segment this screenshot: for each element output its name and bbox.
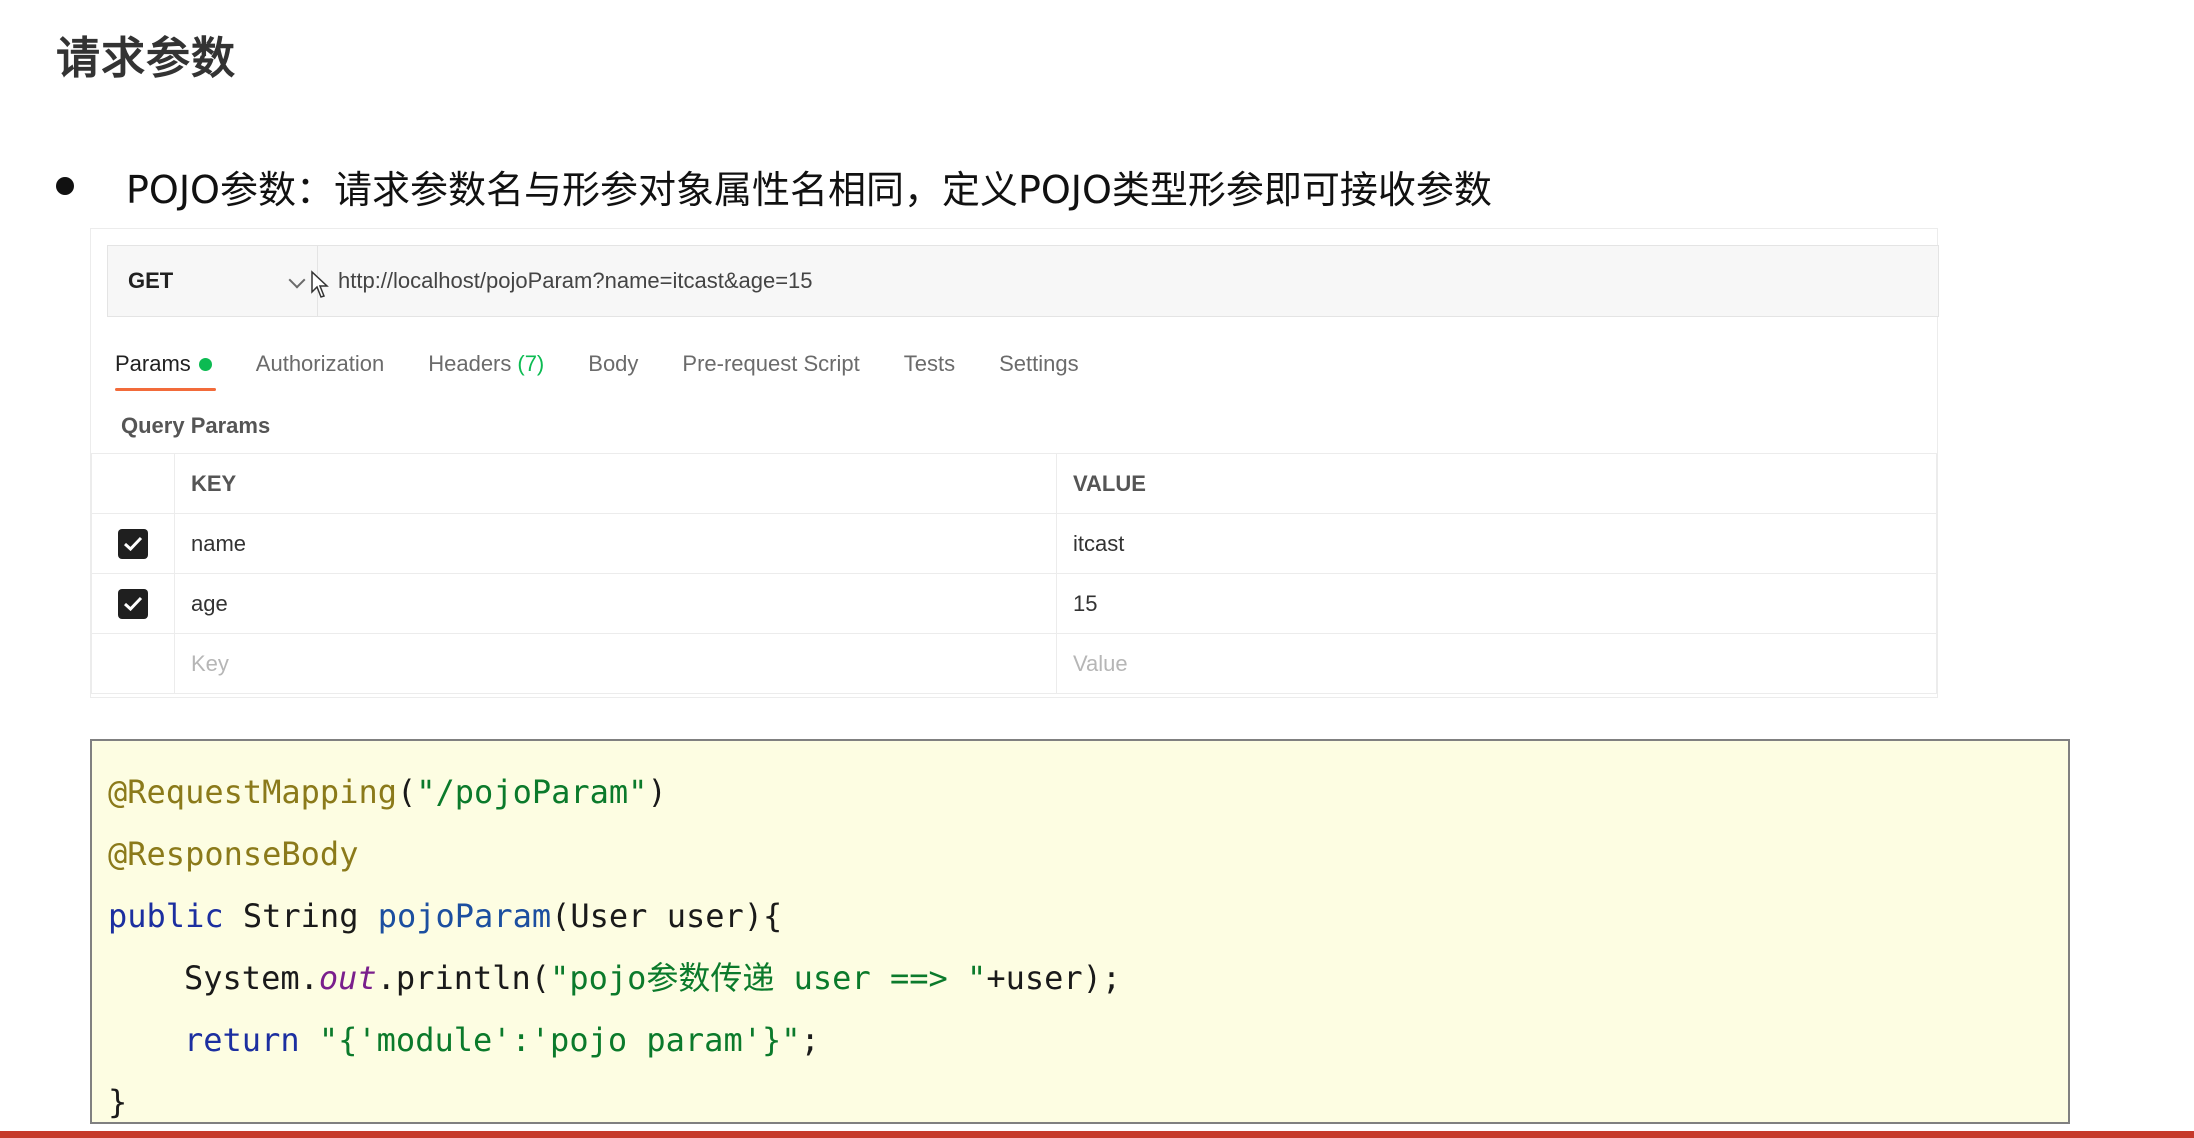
postman-request-panel: GET http://localhost/pojoParam?name=itca… [90, 228, 1939, 698]
row-check-cell [91, 513, 175, 574]
bullet-point: POJO参数：请求参数名与形参对象属性名相同，定义POJO类型形参即可接收参数 [56, 158, 1492, 214]
params-active-dot-icon [198, 357, 212, 371]
checkbox-checked-icon[interactable] [118, 528, 148, 559]
tab-params-label: Params [115, 351, 191, 376]
header-check-cell [91, 453, 175, 514]
code-text: (User user){ [551, 897, 783, 935]
code-field: out [318, 959, 377, 997]
code-text: ( [396, 773, 417, 811]
code-text: ; [800, 1021, 820, 1059]
code-string: "/pojoParam" [416, 773, 648, 811]
mouse-cursor-icon [311, 270, 329, 298]
tab-authorization-label: Authorization [255, 351, 385, 376]
table-row: age 15 [91, 573, 1937, 634]
code-line: @RequestMapping("/pojoParam") [92, 761, 2068, 823]
tab-headers-count: (7) [517, 351, 545, 376]
tab-params[interactable]: Params [115, 351, 216, 391]
request-tabs: Params Authorization Headers (7) Body Pr… [115, 351, 1123, 395]
param-key-cell[interactable]: age [174, 573, 1057, 634]
code-string: "{'module':'pojo param'}" [318, 1021, 801, 1059]
url-input[interactable]: http://localhost/pojoParam?name=itcast&a… [318, 268, 813, 294]
code-text: +user); [986, 959, 1122, 997]
table-row: name itcast [91, 513, 1937, 574]
code-text: } [108, 1083, 128, 1121]
code-string: "pojo参数传递 user ==> " [550, 959, 987, 997]
tab-headers-label: Headers [428, 351, 512, 376]
query-params-label: Query Params [121, 413, 271, 438]
table-header-row: KEY VALUE [91, 453, 1937, 514]
code-text: System. [184, 959, 319, 997]
code-line: } [92, 1071, 2068, 1133]
code-text: String [223, 897, 378, 935]
code-line: return "{'module':'pojo param'}"; [92, 1009, 2068, 1071]
table-row-empty: Key Value [91, 633, 1937, 694]
tab-pre-request-script-label: Pre-request Script [682, 351, 860, 376]
code-line: public String pojoParam(User user){ [92, 885, 2068, 947]
code-text: .println( [376, 959, 551, 997]
header-value: VALUE [1056, 453, 1937, 514]
header-key: KEY [174, 453, 1057, 514]
row-check-cell [91, 573, 175, 634]
param-value-cell[interactable]: 15 [1056, 573, 1937, 634]
page-title: 请求参数 [56, 33, 236, 84]
tab-tests[interactable]: Tests [904, 351, 955, 391]
tab-settings[interactable]: Settings [999, 351, 1079, 391]
new-key-input[interactable]: Key [174, 633, 1057, 694]
method-label: GET [128, 268, 174, 293]
tab-body[interactable]: Body [588, 351, 638, 391]
code-keyword: return [184, 1021, 300, 1059]
bullet-dot-icon [56, 177, 74, 195]
code-keyword: public [108, 897, 224, 935]
code-snippet: @RequestMapping("/pojoParam") @ResponseB… [90, 739, 2070, 1124]
param-value-cell[interactable]: itcast [1056, 513, 1937, 574]
code-annotation: @RequestMapping [108, 773, 397, 811]
chevron-down-icon [288, 271, 306, 289]
code-annotation: @ResponseBody [108, 835, 359, 873]
code-line: @ResponseBody [92, 823, 2068, 885]
tab-pre-request-script[interactable]: Pre-request Script [682, 351, 859, 391]
code-text: ) [647, 773, 667, 811]
tab-settings-label: Settings [999, 351, 1079, 376]
code-method-name: pojoParam [377, 897, 552, 935]
request-url-bar: GET http://localhost/pojoParam?name=itca… [107, 245, 1939, 317]
tab-authorization[interactable]: Authorization [256, 351, 384, 391]
query-params-table: KEY VALUE name itcast age 15 Key Value [91, 453, 1937, 694]
new-value-input[interactable]: Value [1056, 633, 1937, 694]
tab-body-label: Body [588, 351, 639, 376]
row-check-cell [91, 633, 175, 694]
code-line: System.out.println("pojo参数传递 user ==> "+… [92, 947, 2068, 1009]
checkbox-checked-icon[interactable] [118, 588, 148, 619]
param-key-cell[interactable]: name [174, 513, 1057, 574]
method-select[interactable]: GET [108, 246, 329, 316]
tab-tests-label: Tests [903, 351, 956, 376]
bullet-text: POJO参数：请求参数名与形参对象属性名相同，定义POJO类型形参即可接收参数 [126, 167, 1492, 212]
bottom-progress-strip [0, 1131, 2194, 1138]
tab-headers[interactable]: Headers (7) [428, 351, 544, 391]
